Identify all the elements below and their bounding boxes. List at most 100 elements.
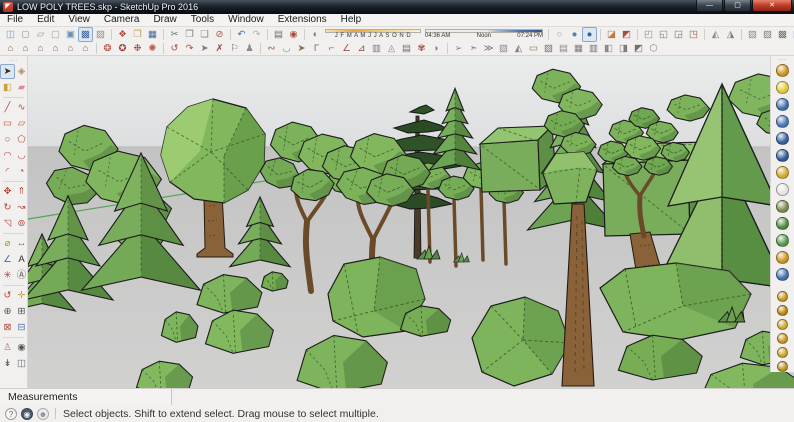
Tools[interactable]: Tools [184, 14, 221, 26]
plugin-x-icon[interactable]: ✗ [212, 41, 227, 56]
zoom-tool-icon[interactable]: ⊕ [0, 304, 15, 319]
sandbox-tool-4-icon[interactable]: ▧ [496, 41, 511, 56]
copy-icon[interactable]: ❐ [182, 27, 197, 42]
Camera[interactable]: Camera [97, 14, 147, 26]
back-edges-style-icon[interactable]: ◻ [18, 27, 33, 42]
plugin-ball-7-icon[interactable] [776, 166, 789, 179]
cut-icon[interactable]: ✂ [167, 27, 182, 42]
plugin-mini-6-icon[interactable] [777, 361, 788, 372]
extension-warehouse-icon[interactable]: ✺ [145, 41, 160, 56]
sandbox-tool-3-icon[interactable]: ≫ [481, 41, 496, 56]
rectangle-tool-icon[interactable]: ▭ [0, 116, 15, 131]
polygon-tool-icon[interactable]: ⬠ [14, 132, 29, 147]
File[interactable]: File [0, 14, 30, 26]
eraser-icon[interactable]: ▰ [14, 80, 29, 95]
sandbox-tool-14-icon[interactable]: ⬡ [646, 41, 661, 56]
view-cube-3-icon[interactable]: ▩ [775, 27, 790, 42]
line-tool-icon[interactable]: ╱ [0, 100, 15, 115]
plugin-flag-icon[interactable]: ⚐ [227, 41, 242, 56]
plugin-ball-13-icon[interactable] [776, 268, 789, 281]
section-plane-tool-icon[interactable]: ◫ [14, 356, 29, 371]
sandbox-tool-11-icon[interactable]: ◧ [601, 41, 616, 56]
add-location-icon[interactable]: ● [567, 27, 582, 42]
pie-tool-icon[interactable]: ◔ [14, 164, 29, 179]
fog-icon[interactable]: ○ [552, 27, 567, 42]
plugin-mini-5-icon[interactable] [777, 347, 788, 358]
save-file-icon[interactable]: ▦ [145, 27, 160, 42]
freehand-tool-icon[interactable]: ∿ [14, 100, 29, 115]
plugin-pawn-icon[interactable]: ♟ [242, 41, 257, 56]
three-d-text-tool-icon[interactable]: Ⓐ [14, 268, 29, 283]
solid-tool-a-icon[interactable]: ◭ [708, 27, 723, 42]
toggle-terrain-icon[interactable]: ● [582, 27, 597, 42]
scale-tool-icon[interactable]: ◹ [0, 216, 15, 231]
wireframe-style-icon[interactable]: ▱ [33, 27, 48, 42]
Help[interactable]: Help [334, 14, 369, 26]
view-cube-2-icon[interactable]: ▨ [760, 27, 775, 42]
component-options-icon[interactable]: ↷ [182, 41, 197, 56]
section-cuts-icon[interactable]: ◩ [619, 27, 634, 42]
share-component-icon[interactable]: ❉ [130, 41, 145, 56]
plugin-tool-2-icon[interactable]: ◡ [279, 41, 294, 56]
shaded-style-icon[interactable]: ▣ [63, 27, 78, 42]
plugin-ball-2-icon[interactable] [776, 81, 789, 94]
component-attributes-icon[interactable]: ➤ [197, 41, 212, 56]
monochrome-style-icon[interactable]: ▨ [93, 27, 108, 42]
new-file-icon[interactable]: ❖ [115, 27, 130, 42]
circle-tool-icon[interactable]: ○ [0, 132, 15, 147]
maximize-button[interactable]: ▢ [724, 0, 751, 12]
plugin-ball-3-icon[interactable] [776, 98, 789, 111]
shadow-tool-d-icon[interactable]: ◳ [686, 27, 701, 42]
plugin-ball-8-icon[interactable] [776, 183, 789, 196]
redo-icon[interactable]: ↷ [249, 27, 264, 42]
erase-icon[interactable]: ⊘ [212, 27, 227, 42]
push-pull-tool-icon[interactable]: ⇑ [14, 184, 29, 199]
plugin-tool-1-icon[interactable]: ∾ [264, 41, 279, 56]
tape-measure-tool-icon[interactable]: ⌀ [0, 236, 15, 251]
interact-tool-icon[interactable]: ↺ [167, 41, 182, 56]
undo-icon[interactable]: ↶ [234, 27, 249, 42]
view-left-icon[interactable]: ⌂ [78, 41, 93, 56]
walk-tool-icon[interactable]: ↡ [0, 356, 15, 371]
plugin-mini-2-icon[interactable] [777, 305, 788, 316]
view-cube-4-icon[interactable]: ▦ [790, 27, 794, 42]
close-button[interactable]: ✕ [752, 0, 792, 12]
hidden-line-style-icon[interactable]: ▢ [48, 27, 63, 42]
view-back-icon[interactable]: ⌂ [63, 41, 78, 56]
axes-tool-icon[interactable]: ✳ [0, 268, 15, 283]
sandbox-tool-7-icon[interactable]: ▨ [541, 41, 556, 56]
View[interactable]: View [61, 14, 97, 26]
shadow-tool-a-icon[interactable]: ◰ [641, 27, 656, 42]
open-file-icon[interactable]: ❒ [130, 27, 145, 42]
Draw[interactable]: Draw [146, 14, 183, 26]
minimize-button[interactable]: — [696, 0, 723, 12]
3d-scene[interactable] [28, 56, 794, 388]
shadow-time-slider[interactable]: 04:36 AM Noon 07:24 PM [425, 28, 543, 41]
plugin-tool-8-icon[interactable]: ▥ [369, 41, 384, 56]
arc-tool-icon[interactable]: ◠ [0, 148, 15, 163]
plugin-tool-11-icon[interactable]: ✾ [414, 41, 429, 56]
print-icon[interactable]: ▤ [271, 27, 286, 42]
sandbox-tool-9-icon[interactable]: ▦ [571, 41, 586, 56]
shadow-tool-c-icon[interactable]: ◲ [671, 27, 686, 42]
Window[interactable]: Window [221, 14, 271, 26]
move-tool-icon[interactable]: ✥ [0, 184, 15, 199]
geolocation-status-icon[interactable]: ◉ [21, 408, 33, 420]
solid-tool-b-icon[interactable]: ◮ [723, 27, 738, 42]
dimension-tool-icon[interactable]: ↔ [14, 236, 29, 251]
look-around-tool-icon[interactable]: ◉ [14, 340, 29, 355]
view-iso-icon[interactable]: ⌂ [3, 41, 18, 56]
help-status-icon[interactable]: ? [5, 408, 17, 420]
orbit-tool-icon[interactable]: ↺ [0, 288, 15, 303]
view-cube-1-icon[interactable]: ▧ [745, 27, 760, 42]
position-camera-tool-icon[interactable]: ♙ [0, 340, 15, 355]
section-plane-icon[interactable]: ◪ [604, 27, 619, 42]
plugin-mini-1-icon[interactable] [777, 291, 788, 302]
shadow-tool-b-icon[interactable]: ◱ [656, 27, 671, 42]
sandbox-tool-13-icon[interactable]: ◩ [631, 41, 646, 56]
rotated-rectangle-tool-icon[interactable]: ▱ [14, 116, 29, 131]
offset-tool-icon[interactable]: ⊚ [14, 216, 29, 231]
Edit[interactable]: Edit [30, 14, 61, 26]
view-top-icon[interactable]: ⌂ [18, 41, 33, 56]
plugin-tool-9-icon[interactable]: ◬ [384, 41, 399, 56]
